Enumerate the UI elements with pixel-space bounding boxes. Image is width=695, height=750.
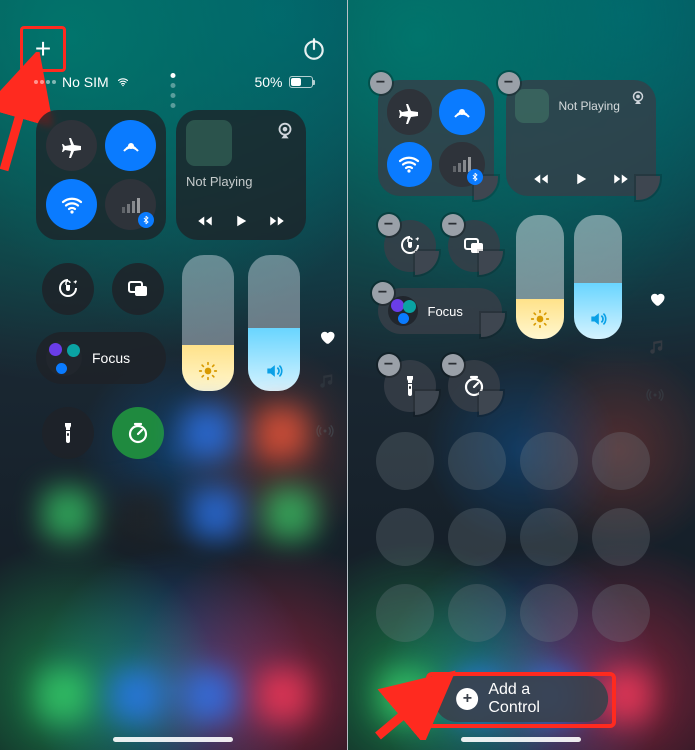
battery-icon — [289, 76, 313, 88]
screen-control-center-edit: − − Not Playing − − — [348, 0, 695, 750]
add-button-highlighted[interactable]: + — [20, 26, 66, 72]
media-title: Not Playing — [186, 174, 296, 189]
media-title: Not Playing — [559, 99, 620, 113]
flashlight-button[interactable] — [42, 407, 94, 459]
prev-track-icon[interactable] — [196, 212, 214, 230]
focus-edit[interactable]: − Focus — [378, 288, 502, 334]
wifi-toggle[interactable] — [387, 142, 433, 188]
focus-label: Focus — [428, 304, 463, 319]
media-module-edit[interactable]: − Not Playing — [506, 80, 656, 196]
focus-label: Focus — [92, 350, 130, 366]
remove-badge[interactable]: − — [372, 282, 394, 304]
remove-badge[interactable]: − — [498, 72, 520, 94]
next-track-icon[interactable] — [268, 212, 286, 230]
placeholder-slot[interactable] — [448, 508, 506, 566]
signal-dots-icon — [34, 80, 56, 84]
music-recognition-icon[interactable] — [318, 372, 336, 395]
orientation-lock-toggle[interactable] — [42, 263, 94, 315]
brightness-icon — [530, 309, 550, 329]
carrier-label: No SIM — [62, 74, 109, 90]
wifi-status-icon — [115, 76, 131, 88]
resize-handle[interactable] — [415, 391, 439, 415]
connectivity-module[interactable] — [36, 110, 166, 240]
screen-control-center: + No SIM 50% Not — [0, 0, 348, 750]
placeholder-slot[interactable] — [520, 432, 578, 490]
airplane-mode-toggle[interactable] — [46, 120, 97, 171]
remove-badge[interactable]: − — [442, 354, 464, 376]
airdrop-toggle[interactable] — [439, 89, 485, 135]
cellular-toggle[interactable] — [105, 179, 156, 230]
focus-icon — [46, 340, 82, 376]
prev-track-icon[interactable] — [532, 170, 550, 188]
bluetooth-badge-icon — [138, 212, 154, 228]
play-icon[interactable] — [232, 212, 250, 230]
media-module[interactable]: Not Playing — [176, 110, 306, 240]
plus-icon: + — [35, 33, 51, 65]
placeholder-slot[interactable] — [376, 432, 434, 490]
hotspot-icon[interactable] — [646, 386, 664, 409]
remove-badge[interactable]: − — [378, 354, 400, 376]
remove-badge[interactable]: − — [442, 214, 464, 236]
screen-mirroring-edit[interactable]: − — [448, 220, 500, 272]
power-icon[interactable] — [301, 36, 327, 62]
plus-circle-icon: + — [456, 688, 478, 710]
placeholder-slot[interactable] — [520, 584, 578, 642]
add-a-control-button[interactable]: + Add a Control — [434, 676, 608, 722]
play-icon[interactable] — [572, 170, 590, 188]
placeholder-slot[interactable] — [520, 508, 578, 566]
volume-slider[interactable] — [248, 255, 300, 391]
favorite-heart-icon[interactable] — [318, 328, 336, 351]
resize-handle[interactable] — [479, 391, 503, 415]
hotspot-icon[interactable] — [316, 422, 334, 445]
flashlight-edit[interactable]: − — [384, 360, 436, 412]
resize-handle[interactable] — [415, 251, 439, 275]
volume-slider-edit[interactable] — [574, 215, 622, 339]
media-artwork — [186, 120, 232, 166]
status-bar: No SIM 50% — [34, 74, 313, 90]
brightness-slider-edit[interactable] — [516, 215, 564, 339]
remove-badge[interactable]: − — [378, 214, 400, 236]
placeholder-grid — [376, 432, 650, 642]
resize-handle[interactable] — [479, 251, 503, 275]
home-indicator[interactable] — [113, 737, 233, 742]
volume-icon — [588, 309, 608, 329]
placeholder-slot[interactable] — [592, 432, 650, 490]
airplane-mode-toggle[interactable] — [387, 89, 433, 135]
brightness-icon — [198, 361, 218, 381]
resize-handle[interactable] — [481, 313, 505, 337]
airplay-icon[interactable] — [629, 89, 647, 107]
timer-button[interactable] — [112, 407, 164, 459]
volume-icon — [264, 361, 284, 381]
battery-pct: 50% — [254, 74, 282, 90]
next-track-icon[interactable] — [612, 170, 630, 188]
screen-mirroring-button[interactable] — [112, 263, 164, 315]
focus-button[interactable]: Focus — [36, 332, 166, 384]
placeholder-slot[interactable] — [592, 508, 650, 566]
timer-edit[interactable]: − — [448, 360, 500, 412]
airplay-icon[interactable] — [274, 120, 296, 142]
connectivity-module-edit[interactable]: − — [378, 80, 494, 196]
wifi-toggle[interactable] — [46, 179, 97, 230]
placeholder-slot[interactable] — [592, 584, 650, 642]
bluetooth-badge-icon — [467, 169, 483, 185]
brightness-slider[interactable] — [182, 255, 234, 391]
cellular-toggle[interactable] — [439, 142, 485, 188]
add-control-label: Add a Control — [488, 681, 586, 717]
music-recognition-icon[interactable] — [648, 338, 666, 361]
placeholder-slot[interactable] — [448, 584, 506, 642]
placeholder-slot[interactable] — [376, 584, 434, 642]
orientation-lock-edit[interactable]: − — [384, 220, 436, 272]
media-artwork — [515, 89, 549, 123]
placeholder-slot[interactable] — [448, 432, 506, 490]
home-indicator[interactable] — [461, 737, 581, 742]
focus-icon — [388, 296, 418, 326]
remove-badge[interactable]: − — [370, 72, 392, 94]
placeholder-slot[interactable] — [376, 508, 434, 566]
favorite-heart-icon[interactable] — [648, 290, 666, 313]
airdrop-toggle[interactable] — [105, 120, 156, 171]
